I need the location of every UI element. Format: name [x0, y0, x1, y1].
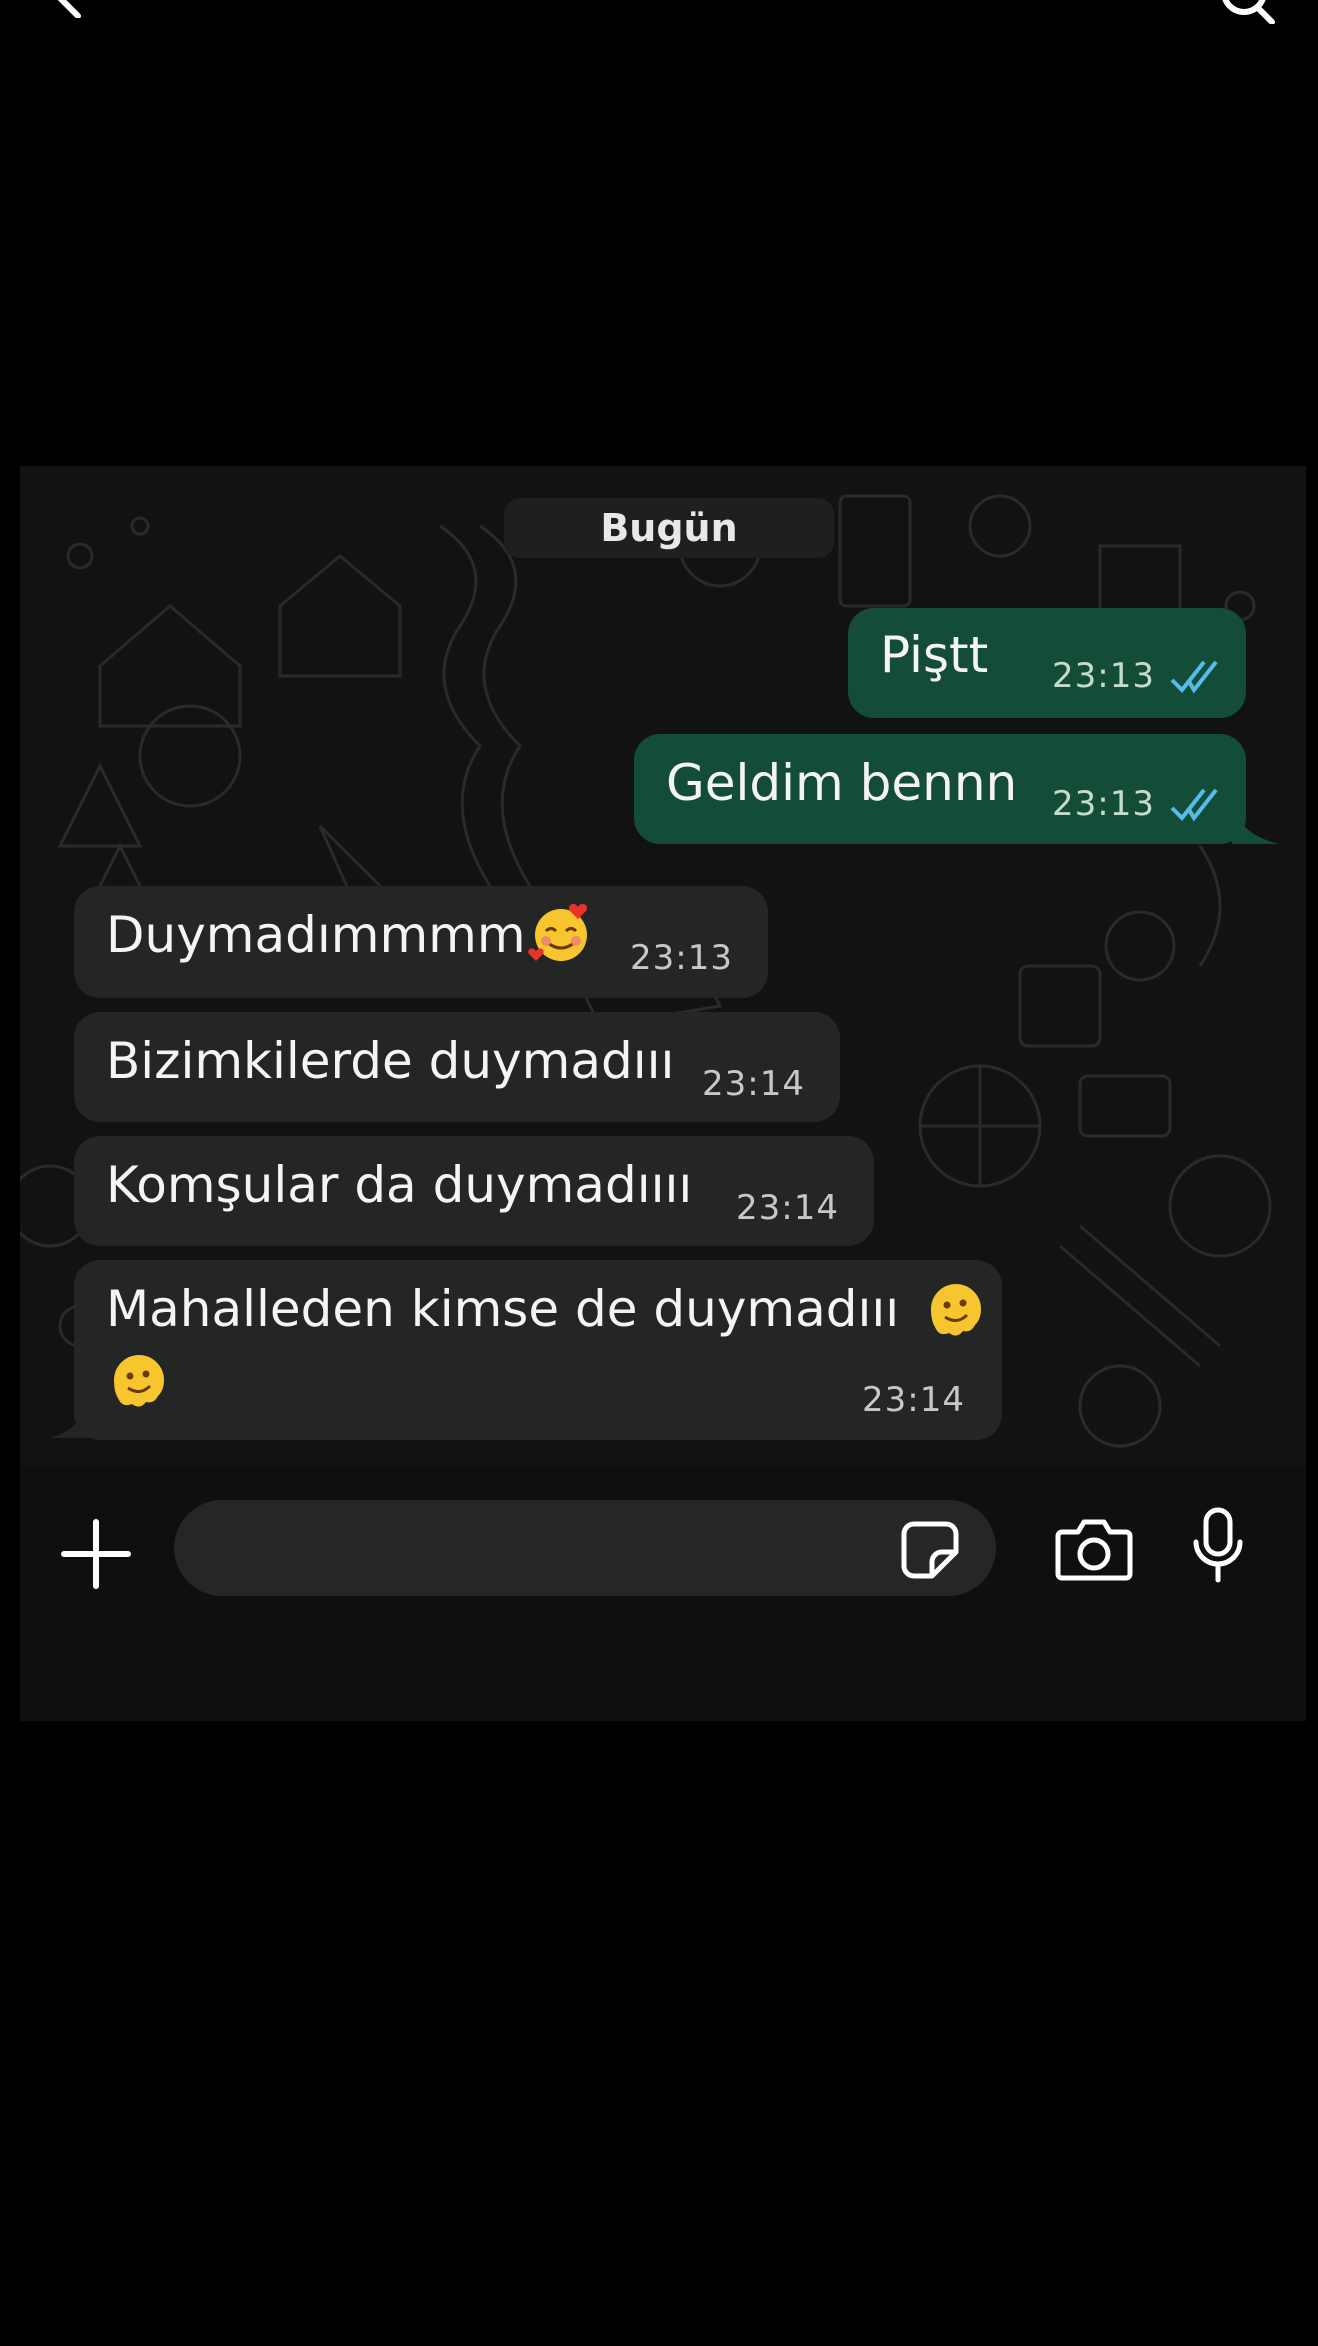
message-text: Geldim bennn: [666, 754, 1018, 812]
melting-face-icon: [931, 1283, 982, 1336]
date-separator: Bugün: [504, 498, 834, 558]
message-bubble-outgoing[interactable]: Piştt 23:13: [848, 608, 1246, 718]
message-bubble-incoming[interactable]: Mahalleden kimse de duymadııı 23:14: [74, 1260, 1002, 1440]
microphone-button[interactable]: [1190, 1506, 1246, 1586]
message-text: Piştt: [880, 626, 989, 684]
chat-panel: Bugün Piştt 23:13 Geldim bennn 23:13 Duy…: [20, 466, 1306, 1721]
message-bubble-outgoing[interactable]: Geldim bennn 23:13: [634, 734, 1246, 844]
bubble-tail: [1232, 806, 1280, 844]
read-ticks-icon: [1170, 788, 1218, 822]
sticker-icon: [901, 1521, 959, 1579]
sticker-button[interactable]: [900, 1520, 960, 1580]
message-time: 23:13: [1052, 656, 1155, 696]
message-time: 23:14: [702, 1064, 805, 1104]
search-icon: [1222, 0, 1275, 25]
message-composer: [20, 1466, 1306, 1721]
melting-face-icon: [114, 1355, 164, 1407]
message-time: 23:13: [630, 938, 733, 978]
message-text: Komşular da duymadıııı: [106, 1156, 693, 1214]
message-text: Mahalleden kimse de duymadııı: [106, 1280, 989, 1341]
read-ticks-icon: [1170, 660, 1218, 694]
plus-icon: [61, 1519, 131, 1589]
message-bubble-incoming[interactable]: Bizimkilerde duymadııı 23:14: [74, 1012, 840, 1122]
message-text: Bizimkilerde duymadııı: [106, 1032, 675, 1090]
message-time: 23:13: [1052, 784, 1155, 824]
back-button[interactable]: [48, 0, 88, 22]
message-text-content: Mahalleden kimse de duymadııı: [106, 1280, 900, 1338]
microphone-icon: [1193, 1507, 1243, 1583]
camera-button[interactable]: [1054, 1516, 1134, 1582]
search-button[interactable]: [1218, 0, 1278, 28]
message-time: 23:14: [736, 1188, 839, 1228]
message-bubble-incoming[interactable]: Duymadımmmm 23:13: [74, 886, 768, 998]
camera-icon: [1055, 1519, 1133, 1581]
message-bubble-incoming[interactable]: Komşular da duymadıııı 23:14: [74, 1136, 874, 1246]
message-input[interactable]: [174, 1500, 996, 1596]
smiling-face-with-hearts-icon: [527, 903, 587, 961]
message-text: Duymadımmmm: [106, 903, 594, 965]
bubble-tail: [50, 1400, 90, 1438]
attach-button[interactable]: [56, 1514, 136, 1594]
message-text-content: Duymadımmmm: [106, 906, 526, 964]
message-time: 23:14: [862, 1380, 965, 1420]
chevron-left-icon: [57, 0, 81, 19]
